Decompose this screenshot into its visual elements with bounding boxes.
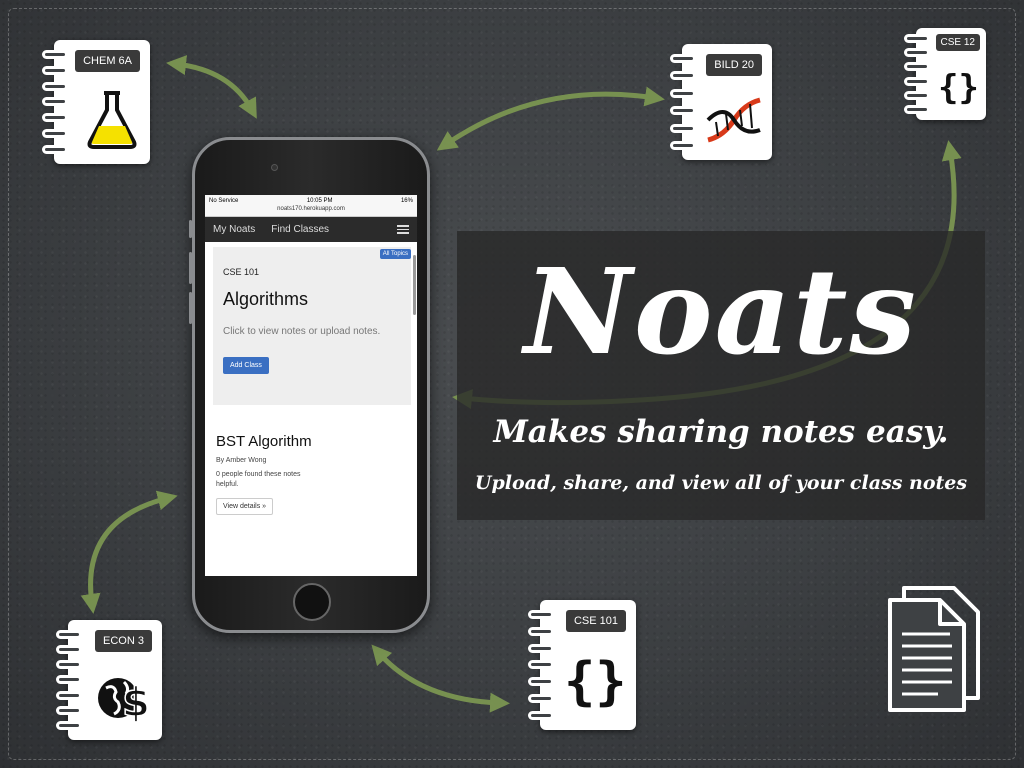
arrow-econ-phone: [80, 490, 178, 614]
notebook-econ: ECON 3 $: [56, 620, 162, 740]
add-class-button[interactable]: Add Class: [223, 357, 269, 374]
notebook-rings: [56, 630, 82, 730]
notebook-rings: [528, 610, 554, 720]
tagline: Makes sharing notes easy.: [493, 414, 949, 450]
notebook-cse12: CSE 12 {}: [904, 28, 986, 120]
phone-volume-down: [189, 292, 192, 324]
nav-my-noats[interactable]: My Noats: [213, 224, 255, 235]
phone-volume-up: [189, 252, 192, 284]
notebook-bild: BILD 20: [670, 44, 772, 160]
course-title: Algorithms: [223, 289, 309, 309]
notebook-label: ECON 3: [95, 630, 152, 652]
scrollbar[interactable]: [413, 255, 416, 315]
notebook-rings: [42, 50, 68, 154]
nav-find-classes[interactable]: Find Classes: [271, 224, 329, 235]
carrier-text: No Service: [209, 197, 239, 204]
course-jumbotron: All Topics CSE 101 Algorithms Click to v…: [213, 247, 411, 405]
braces-icon: {}: [564, 652, 627, 712]
brand-title: Noats: [524, 242, 918, 381]
hamburger-menu-icon[interactable]: [397, 225, 409, 234]
notebook-label: CSE 101: [565, 610, 626, 632]
arrow-phone-bild: [436, 86, 665, 151]
documents-icon: [888, 586, 980, 712]
all-topics-badge[interactable]: All Topics: [379, 249, 411, 259]
navbar: My Noats Find Classes: [205, 217, 417, 242]
notebook-chem: CHEM 6A: [42, 40, 150, 164]
note-author: By Amber Wong: [216, 457, 267, 464]
arrow-chem-phone: [166, 55, 257, 119]
notebook-rings: [904, 34, 930, 114]
notebook-label: BILD 20: [706, 54, 762, 76]
home-button: [293, 583, 331, 621]
flask-icon: [87, 91, 137, 149]
dna-icon: [706, 97, 761, 143]
url-bar[interactable]: noats170.herokuapp.com: [205, 206, 417, 217]
notebook-cse101: CSE 101 {}: [528, 600, 636, 730]
view-details-button[interactable]: View details »: [216, 498, 274, 515]
course-description: Click to view notes or upload notes.: [223, 326, 381, 337]
battery-text: 16%: [400, 197, 413, 204]
svg-text:$: $: [122, 680, 150, 724]
subtagline: Upload, share, and view all of your clas…: [474, 472, 968, 494]
globe-dollar-icon: $: [98, 678, 151, 724]
clock-text: 10:05 PM: [306, 197, 333, 204]
arrow-phone-cse101: [371, 644, 510, 713]
hero-banner: Noats Makes sharing notes easy. Upload, …: [457, 231, 985, 520]
phone-mockup: No Service 10:05 PM 16% noats170.herokua…: [189, 137, 430, 633]
note-title: BST Algorithm: [216, 433, 312, 450]
phone-camera: [271, 164, 278, 171]
notebook-label: CSE 12: [935, 34, 980, 51]
notebook-rings: [670, 54, 696, 150]
status-bar: No Service 10:05 PM 16%: [205, 195, 417, 206]
note-card: BST Algorithm By Amber Wong 0 people fou…: [205, 405, 417, 515]
braces-icon: {}: [938, 68, 979, 108]
note-helpful-count: 0 people found these notes helpful.: [216, 471, 301, 488]
phone-screen: No Service 10:05 PM 16% noats170.herokua…: [205, 195, 417, 576]
course-code: CSE 101: [223, 267, 260, 277]
notebook-label: CHEM 6A: [75, 50, 140, 72]
phone-mute-button: [189, 220, 192, 238]
